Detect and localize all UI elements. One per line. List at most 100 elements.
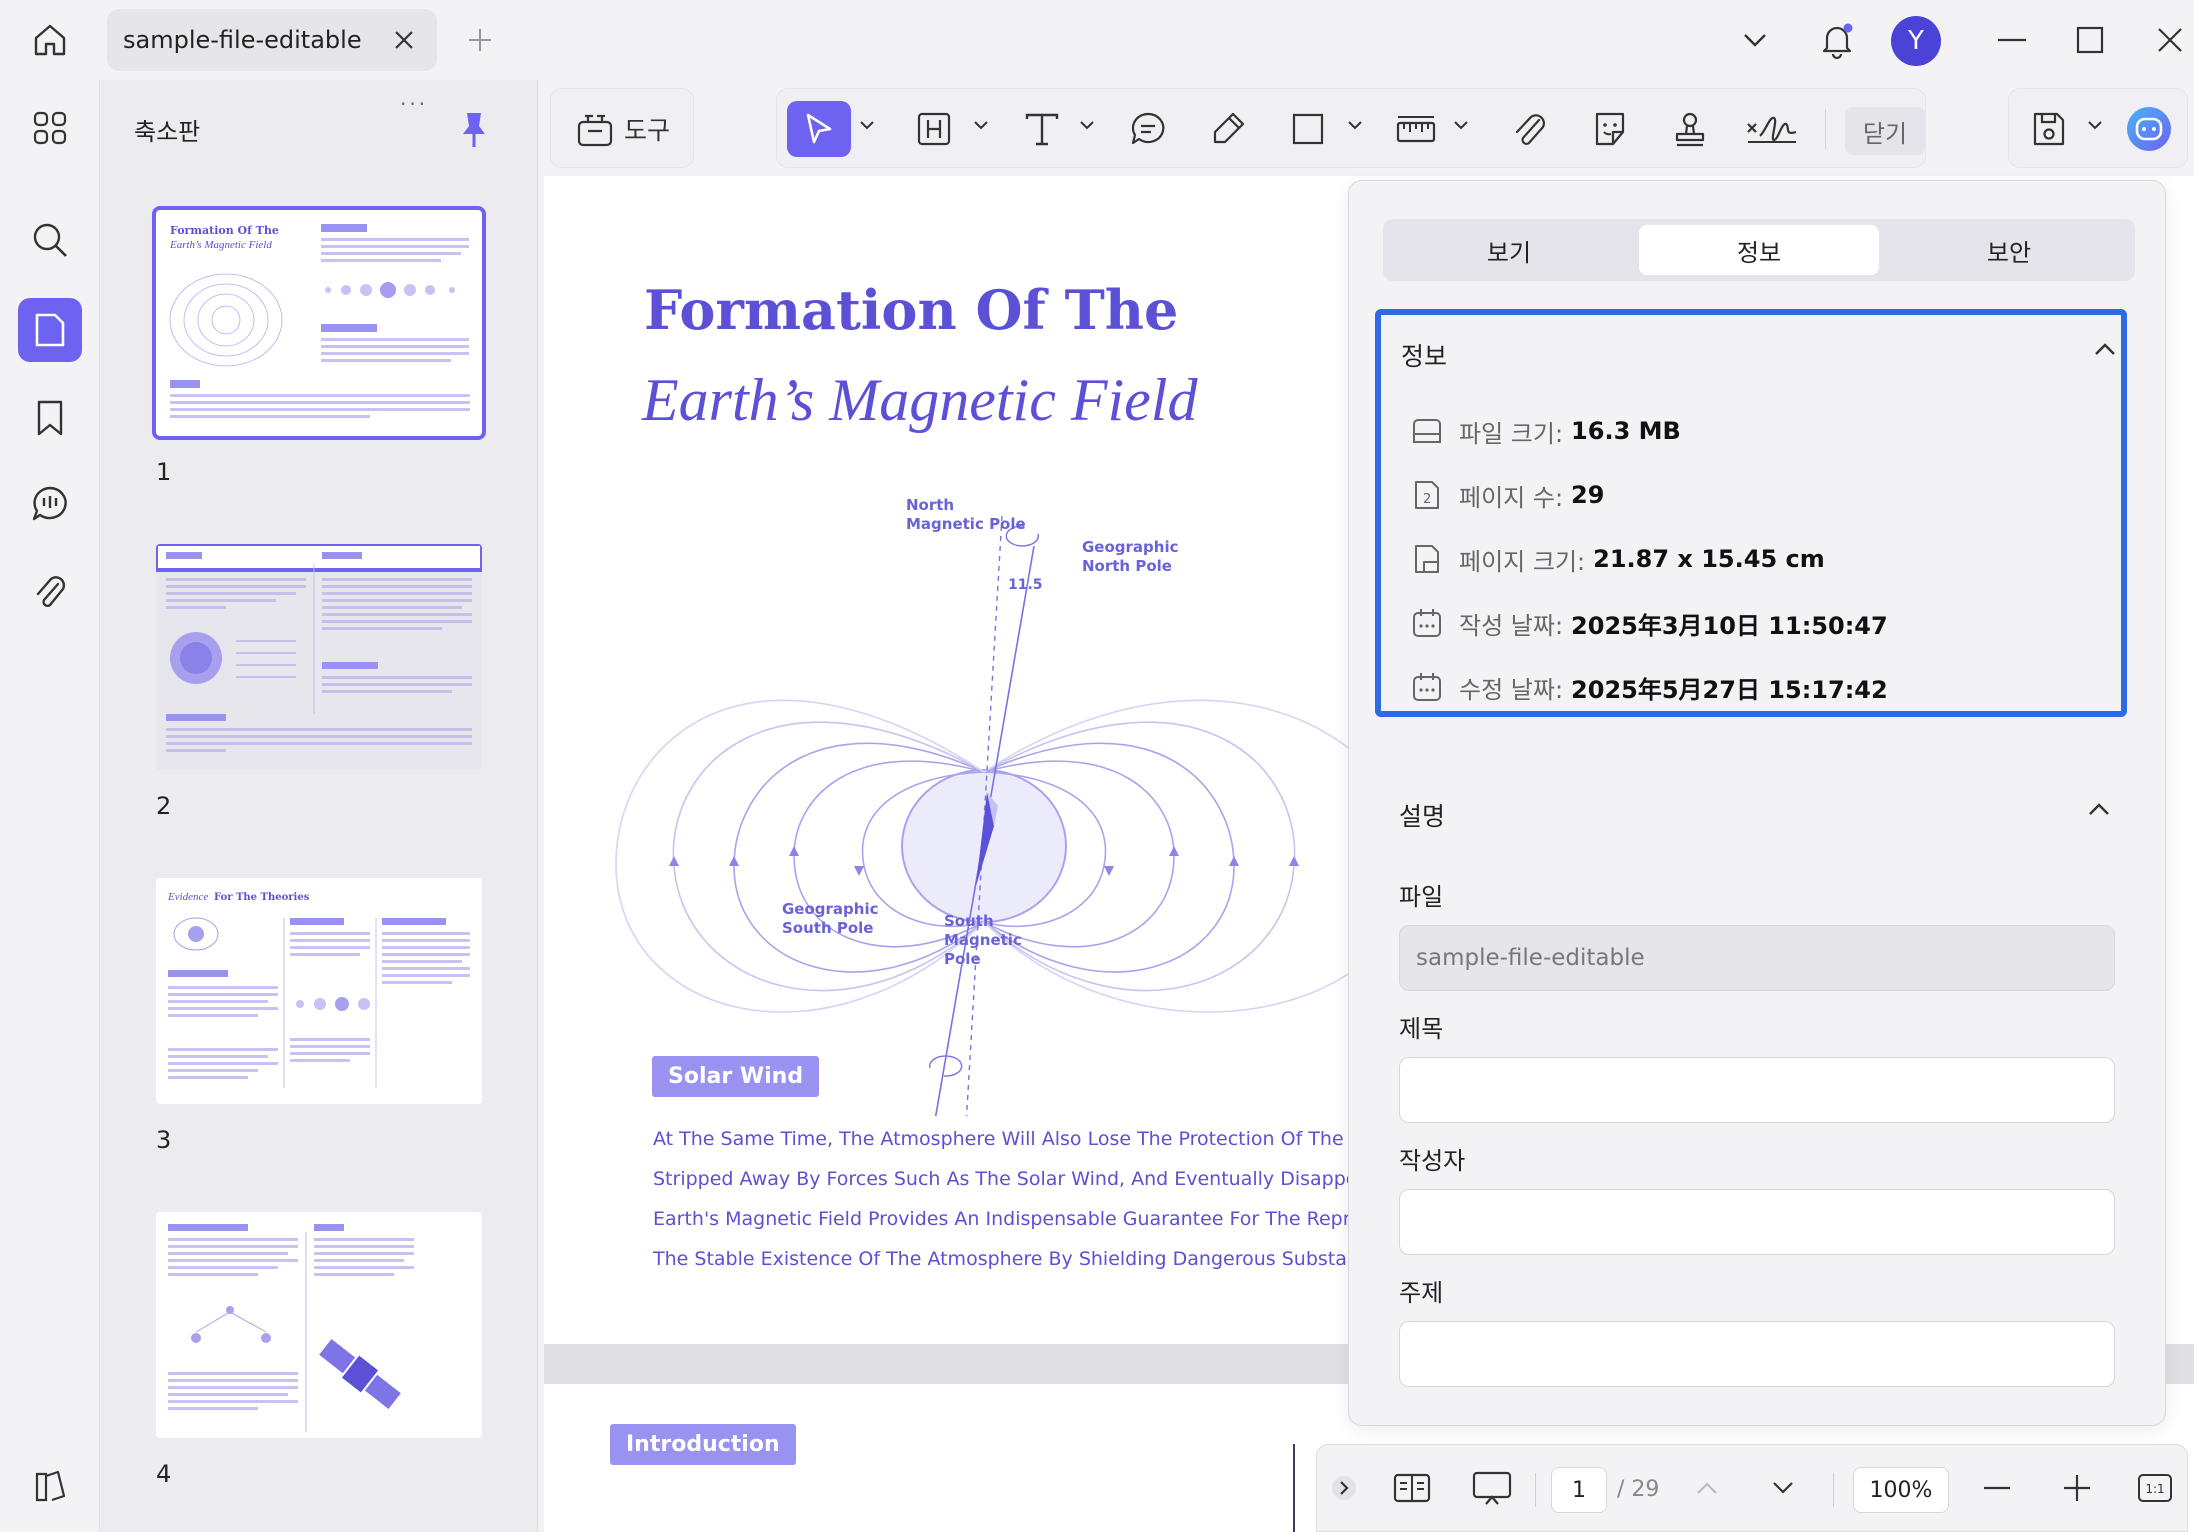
paperclip-icon: [1515, 114, 1545, 145]
zoom-in-button[interactable]: [2057, 1463, 2097, 1513]
notifications-button[interactable]: [1815, 16, 1859, 64]
new-tab-button[interactable]: [462, 22, 498, 58]
book-icon: [35, 1470, 66, 1502]
column-divider: [1293, 1444, 1295, 1532]
comment-tool-button[interactable]: [1121, 101, 1175, 157]
page-count-value: 29: [1571, 481, 1605, 509]
subject-field[interactable]: [1399, 1321, 2115, 1387]
measure-tool-button[interactable]: [1387, 101, 1445, 157]
chevron-up-icon: [1697, 1482, 1717, 1494]
text-tool-button[interactable]: [1015, 101, 1069, 157]
tabs-dropdown-button[interactable]: [1735, 16, 1775, 64]
chevron-down-icon[interactable]: [1347, 119, 1363, 131]
rail-bookmarks-button[interactable]: [18, 386, 82, 450]
collapse-bar-button[interactable]: [1329, 1463, 1359, 1513]
pin-button[interactable]: [458, 110, 490, 150]
geographic-north-pole-label: Geographic North Pole: [1082, 538, 1179, 575]
chevron-down-icon[interactable]: [1453, 119, 1469, 131]
rail-thumbnails-button[interactable]: [18, 298, 82, 362]
modified-date-row: 수정 날짜: 2025年5月27日 15:17:42: [1409, 667, 1888, 707]
page-icon: [35, 313, 65, 347]
tools-button[interactable]: 도구: [565, 101, 681, 157]
page-thumbnail-4[interactable]: [156, 1212, 482, 1438]
save-button[interactable]: [2021, 101, 2077, 157]
title-field[interactable]: [1399, 1057, 2115, 1123]
rail-organize-button[interactable]: [18, 96, 82, 160]
rail-comments-button[interactable]: [18, 472, 82, 536]
pin-icon: [463, 113, 485, 147]
home-icon: [34, 24, 66, 56]
paragraph-line: At The Same Time, The Atmosphere Will Al…: [653, 1128, 1437, 1150]
toolbar-divider: [1825, 109, 1826, 149]
zoom-out-button[interactable]: [1977, 1463, 2017, 1513]
tab-view[interactable]: 보기: [1389, 225, 1629, 275]
stamp-icon: [1675, 112, 1705, 147]
chevron-down-icon[interactable]: [973, 119, 989, 131]
speech-bubble-icon: [1131, 112, 1165, 145]
title-field-label: 제목: [1399, 1015, 1444, 1043]
window-close-button[interactable]: [2148, 16, 2192, 64]
next-page-button[interactable]: [1765, 1463, 1801, 1513]
created-date-row: 작성 날짜: 2025年3月10日 11:50:47: [1409, 603, 1888, 643]
sticker-tool-button[interactable]: [1583, 101, 1637, 157]
bookmark-icon: [37, 400, 63, 436]
minimize-button[interactable]: [1990, 16, 2034, 64]
current-page-input[interactable]: [1551, 1467, 1607, 1513]
tab-info[interactable]: 정보: [1639, 225, 1879, 275]
chevron-down-icon: [1773, 1482, 1793, 1494]
save-group: [2008, 88, 2188, 168]
rail-attachments-button[interactable]: [18, 560, 82, 624]
chevron-down-icon[interactable]: [2087, 119, 2103, 131]
file-field[interactable]: [1399, 925, 2115, 991]
bar-divider: [1833, 1473, 1834, 1507]
document-subtitle: Earth’s Magnetic Field: [642, 367, 1198, 433]
created-date-value: 2025年3月10日 11:50:47: [1571, 611, 1888, 640]
chevron-up-icon[interactable]: [2087, 801, 2111, 817]
minus-icon: [1984, 1486, 2010, 1490]
ai-assistant-button[interactable]: [2121, 101, 2177, 157]
page-layout-button[interactable]: [1387, 1463, 1437, 1513]
tab-title: sample-file-editable: [123, 26, 362, 54]
actual-size-button[interactable]: 1:1: [2133, 1463, 2177, 1513]
page-number-icon: 2: [1409, 477, 1445, 513]
attach-tool-button[interactable]: [1503, 101, 1557, 157]
rail-search-button[interactable]: [18, 208, 82, 272]
signature-tool-button[interactable]: [1737, 101, 1807, 157]
select-tool-button[interactable]: [787, 101, 851, 157]
document-tab[interactable]: sample-file-editable: [107, 9, 437, 71]
heading-tool-button[interactable]: [907, 101, 961, 157]
maximize-button[interactable]: [2068, 16, 2112, 64]
panel-resize-handle[interactable]: ...: [400, 86, 428, 110]
page-thumbnail-3[interactable]: Evidence For The Theories: [156, 878, 482, 1104]
tab-security[interactable]: 보안: [1889, 225, 2129, 275]
close-edit-button[interactable]: 닫기: [1845, 107, 1925, 155]
chevron-down-icon[interactable]: [1079, 119, 1095, 131]
sticker-icon: [1595, 112, 1625, 146]
signature-icon: [1747, 116, 1797, 143]
calendar-icon: [1409, 605, 1445, 641]
page-thumbnail-2[interactable]: [156, 544, 482, 770]
page-thumbnail-1[interactable]: Formation Of The Earth’s Magnetic Field: [152, 206, 486, 440]
presentation-button[interactable]: [1467, 1463, 1517, 1513]
highlight-tool-button[interactable]: [1201, 101, 1255, 157]
rail-bottom-button[interactable]: [18, 1454, 82, 1518]
home-button[interactable]: [26, 18, 74, 62]
close-icon: [2158, 28, 2182, 52]
thumbnail-image: Evidence For The Theories: [167, 891, 470, 1088]
zoom-level[interactable]: 100%: [1853, 1467, 1949, 1513]
shape-tool-button[interactable]: [1281, 101, 1335, 157]
chevron-down-icon[interactable]: [859, 119, 875, 131]
author-field-label: 작성자: [1399, 1147, 1466, 1175]
author-field[interactable]: [1399, 1189, 2115, 1255]
chevron-up-icon[interactable]: [2093, 341, 2117, 357]
two-page-icon: [1393, 1473, 1431, 1503]
heading-icon: [917, 112, 951, 146]
tab-close-button[interactable]: [389, 25, 419, 55]
user-avatar[interactable]: Y: [1891, 16, 1941, 66]
solar-wind-heading: Solar Wind: [652, 1056, 820, 1097]
stamp-tool-button[interactable]: [1663, 101, 1717, 157]
actual-size-icon: 1:1: [2138, 1474, 2172, 1502]
previous-page-button[interactable]: [1689, 1463, 1725, 1513]
bar-divider: [1535, 1473, 1536, 1507]
bell-icon: [1822, 23, 1853, 60]
